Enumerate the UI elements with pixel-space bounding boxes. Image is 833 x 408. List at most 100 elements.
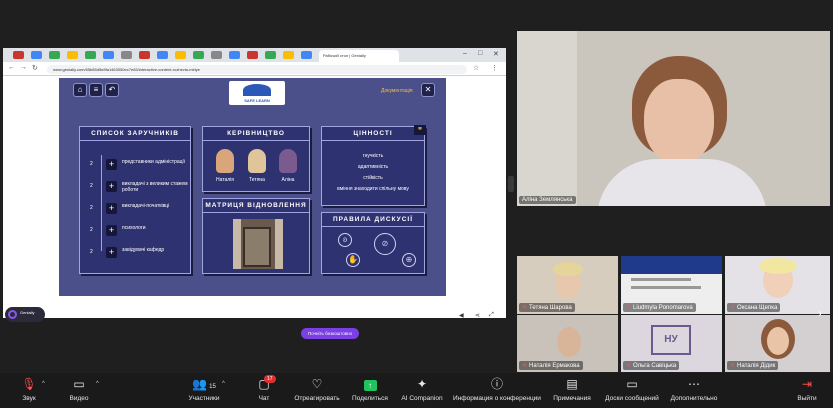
leave-button[interactable]: ⇥ Выйти bbox=[794, 377, 820, 402]
notes-button[interactable]: ▤ Примечания bbox=[552, 377, 592, 402]
tab-favicon-icon[interactable] bbox=[139, 51, 150, 59]
whiteboards-button[interactable]: ▭ Доски сообщений bbox=[604, 377, 660, 402]
leadership-card: КЕРІВНИЦТВО Наталія Тетяна Аліна bbox=[202, 126, 310, 192]
active-browser-tab[interactable]: Рабочий стол | Genially bbox=[319, 50, 399, 62]
chevron-up-icon[interactable]: ^ bbox=[42, 381, 45, 387]
more-button[interactable]: ⋯ Дополнительно bbox=[668, 377, 720, 402]
fullscreen-icon[interactable]: ⤢ bbox=[489, 312, 494, 319]
menu-icon[interactable]: ≡ bbox=[89, 83, 103, 97]
tab-favicon-icon[interactable] bbox=[31, 51, 42, 59]
tab-favicon-icon[interactable] bbox=[67, 51, 78, 59]
participants-button[interactable]: 👥 15 Участники ^ bbox=[184, 377, 224, 402]
genially-logo[interactable]: Genially bbox=[5, 307, 45, 322]
plus-icon[interactable]: + bbox=[106, 181, 117, 192]
handshake-icon[interactable]: ✋ bbox=[346, 253, 360, 267]
no-talking-icon[interactable]: ⊘ bbox=[374, 233, 396, 255]
avatar[interactable] bbox=[279, 149, 297, 173]
promo-text: Хочете створити інтерактивний контент? З… bbox=[149, 330, 291, 337]
plus-icon[interactable]: + bbox=[106, 203, 117, 214]
speaker-video[interactable]: Аліна Землянська bbox=[517, 31, 830, 206]
ai-companion-button[interactable]: ✦ AI Companion bbox=[400, 377, 444, 402]
compass-icon[interactable]: ⊕ bbox=[402, 253, 416, 267]
tab-favicon-icon[interactable] bbox=[283, 51, 294, 59]
item-label: завідувачі кафедр bbox=[122, 247, 165, 253]
item-label: викладачі з великим стажем роботи bbox=[122, 181, 188, 193]
participant-tile[interactable]: ✕ Наталія Дідик bbox=[725, 315, 830, 372]
chat-button[interactable]: ▢ 17 Чат bbox=[252, 375, 276, 402]
panel-collapse-handle[interactable] bbox=[508, 176, 514, 192]
participant-name: ✕ Наталія Ермакова bbox=[519, 361, 583, 370]
close-icon[interactable]: ✕ bbox=[421, 83, 435, 97]
participant-tile[interactable]: ✕ Наталія Ермакова bbox=[517, 315, 618, 372]
tab-favicon-icon[interactable] bbox=[13, 51, 24, 59]
card-title: ЦІННОСТІ bbox=[322, 127, 424, 141]
chevron-up-icon[interactable]: ^ bbox=[96, 381, 99, 387]
ear-icon[interactable]: ʚ bbox=[338, 233, 352, 247]
close-window-icon[interactable]: ✕ bbox=[493, 50, 499, 58]
volume-icon[interactable]: ◀ bbox=[459, 312, 464, 319]
value-item: вміння знаходити спільну мову bbox=[337, 186, 409, 192]
participant-tile[interactable]: ✕ Тетяна Шарова bbox=[517, 256, 618, 314]
maximize-icon[interactable]: □ bbox=[478, 50, 482, 57]
documentation-link[interactable]: Документація bbox=[381, 88, 413, 94]
tab-favicon-icon[interactable] bbox=[103, 51, 114, 59]
tab-favicon-icon[interactable] bbox=[193, 51, 204, 59]
reload-icon[interactable]: ↻ bbox=[32, 64, 38, 72]
mic-muted-icon: 🎙 bbox=[21, 377, 37, 391]
tab-favicon-icon[interactable] bbox=[265, 51, 276, 59]
participant-tile[interactable]: ✕ Оксана Щепка bbox=[725, 256, 830, 314]
audio-button[interactable]: 🎙 Звук ^ bbox=[14, 377, 44, 402]
react-button[interactable]: ♡ Отреагировать bbox=[292, 377, 342, 402]
participant-hair bbox=[759, 258, 797, 274]
url-field[interactable]: www.genially.com/65b85d5e8fa1463050ec7e8… bbox=[47, 65, 467, 74]
chevron-up-icon[interactable]: ^ bbox=[222, 381, 225, 387]
meeting-info-button[interactable]: ⓘ Информация о конференции bbox=[452, 377, 542, 402]
share-slide-icon[interactable]: ⋖ bbox=[475, 312, 480, 319]
tab-favicon-icon[interactable] bbox=[211, 51, 222, 59]
share-button[interactable]: ↑ Поделиться bbox=[350, 377, 390, 402]
plus-icon[interactable]: + bbox=[106, 159, 117, 170]
camera-icon: ▭ bbox=[73, 377, 85, 391]
start-free-button[interactable]: Почніть безкоштовно bbox=[301, 328, 360, 340]
tab-favicon-icon[interactable] bbox=[85, 51, 96, 59]
participant-tile[interactable]: НУ ✕ Ольга Савіцька bbox=[621, 315, 722, 372]
tab-favicon-icon[interactable] bbox=[301, 51, 312, 59]
name-text: Наталія Дідик bbox=[737, 363, 776, 369]
page-viewport: ⌂ ≡ ↶ SAFE LEARN Документація ✕ СПИСОК З… bbox=[3, 76, 506, 340]
home-icon[interactable]: ⌂ bbox=[73, 83, 87, 97]
tab-favicon-icon[interactable] bbox=[247, 51, 258, 59]
item-count: 2 bbox=[90, 183, 93, 189]
tab-favicon-icon[interactable] bbox=[49, 51, 60, 59]
undo-icon[interactable]: ↶ bbox=[105, 83, 119, 97]
list-item: 2 + викладачі з великим стажем роботи bbox=[90, 181, 195, 193]
tab-favicon-icon[interactable] bbox=[175, 51, 186, 59]
leave-label: Выйти bbox=[797, 395, 817, 402]
logo-wave-icon bbox=[243, 84, 271, 96]
tab-favicon-icon[interactable] bbox=[157, 51, 168, 59]
tab-favicon-icon[interactable] bbox=[121, 51, 132, 59]
item-label: викладачі-початківці bbox=[122, 203, 170, 209]
next-page-icon[interactable]: › bbox=[818, 306, 822, 320]
name-text: Оксана Щепка bbox=[737, 305, 778, 311]
notes-label: Примечания bbox=[553, 395, 591, 402]
browser-menu-icon[interactable]: ⋮ bbox=[491, 64, 498, 72]
presentation-banner bbox=[621, 256, 722, 274]
plus-icon[interactable]: + bbox=[106, 225, 117, 236]
chat-badge: 17 bbox=[264, 375, 276, 383]
forward-icon[interactable]: → bbox=[20, 64, 27, 71]
plus-icon[interactable]: + bbox=[106, 247, 117, 258]
avatar[interactable] bbox=[216, 149, 234, 173]
minimize-icon[interactable]: – bbox=[463, 50, 467, 57]
avatar-name: Наталія bbox=[215, 177, 235, 183]
video-button[interactable]: ▭ Видео ^ bbox=[64, 377, 99, 402]
bookmark-star-icon[interactable]: ☆ bbox=[473, 64, 479, 72]
values-card: ЦІННОСТІ ❞ гнучкість адаптивність стійкі… bbox=[321, 125, 426, 206]
background-wall bbox=[517, 31, 577, 206]
genially-slide: ⌂ ≡ ↶ SAFE LEARN Документація ✕ СПИСОК З… bbox=[59, 78, 446, 296]
tab-favicon-icon[interactable] bbox=[229, 51, 240, 59]
recovery-matrix-card: МАТРИЦЯ ВІДНОВЛЕННЯ bbox=[202, 198, 310, 274]
back-icon[interactable]: ← bbox=[8, 64, 15, 71]
door-image[interactable] bbox=[233, 219, 283, 269]
avatar[interactable] bbox=[248, 149, 266, 173]
participant-tile[interactable]: ✕ Liudmyla Ponomarova bbox=[621, 256, 722, 314]
